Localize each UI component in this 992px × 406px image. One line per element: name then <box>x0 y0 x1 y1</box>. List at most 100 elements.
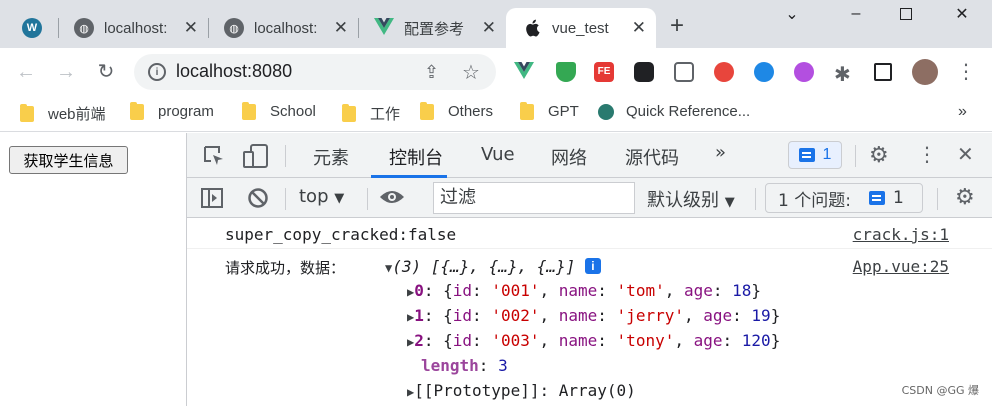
dark-extension-icon[interactable] <box>634 62 654 82</box>
item-id: '001' <box>491 281 540 300</box>
issues-label: 1 个问题: <box>778 190 851 211</box>
purple-extension-icon[interactable] <box>794 62 814 82</box>
reload-button[interactable]: ↻ <box>94 60 118 84</box>
close-tab-icon[interactable]: ✕ <box>334 18 348 38</box>
bookmark-label: 工作 <box>370 106 401 123</box>
item-age: 19 <box>751 306 771 325</box>
messages-badge[interactable]: 1 <box>788 141 842 169</box>
page-viewport: 获取学生信息 <box>0 133 186 406</box>
context-value: top <box>299 186 329 207</box>
devtools-menu-icon[interactable]: ⋮ <box>917 145 937 165</box>
bookmarks-bar: web前端 program School 工作 Others GPT Quick… <box>0 96 992 132</box>
issues-count: 1 <box>892 188 904 208</box>
item-index: 0 <box>414 281 424 300</box>
more-tabs-button[interactable]: » <box>715 142 726 163</box>
item-name: 'jerry' <box>616 306 684 325</box>
quick-reference-icon <box>598 103 614 120</box>
bookmark-label: Others <box>448 103 494 120</box>
url-text[interactable]: localhost:8080 <box>176 61 292 82</box>
chat-extension-icon[interactable] <box>754 62 774 82</box>
browser-tab-1[interactable]: W <box>0 8 58 48</box>
array-summary-text: (3) [{…}, {…}, {…}] <box>392 257 576 276</box>
log-level-selector[interactable]: 默认级别 ▼ <box>647 186 735 212</box>
fetch-students-button[interactable]: 获取学生信息 <box>9 146 128 174</box>
tab-network[interactable]: 网络 <box>551 144 587 170</box>
clear-console-icon[interactable] <box>247 187 269 213</box>
browser-tab-active[interactable]: vue_test ✕ <box>506 8 656 48</box>
site-info-icon[interactable]: i <box>148 63 166 81</box>
tab-search-icon[interactable]: ⌄ <box>777 4 807 24</box>
array-item-row[interactable]: ▶1: {id: '002', name: 'jerry', age: 19} <box>407 306 780 325</box>
bookmark-label: program <box>158 103 214 120</box>
item-index: 1 <box>414 306 424 325</box>
new-tab-button[interactable]: + <box>670 14 684 38</box>
close-window-button[interactable]: ✕ <box>947 4 977 24</box>
divider <box>285 145 286 167</box>
live-expression-eye-icon[interactable] <box>379 188 405 210</box>
close-devtools-icon[interactable]: ✕ <box>957 145 974 165</box>
share-icon[interactable]: ⇪ <box>424 62 439 83</box>
apple-icon <box>522 18 542 38</box>
address-bar[interactable]: i localhost:8080 ⇪ ☆ <box>134 54 496 90</box>
console-filter-input[interactable]: 过滤 <box>433 182 635 214</box>
back-button[interactable]: ← <box>14 60 38 84</box>
copy-extension-icon[interactable] <box>674 62 694 82</box>
bookmark-folder[interactable]: 工作 <box>342 103 400 124</box>
bookmark-folder[interactable]: program <box>130 101 214 120</box>
prototype-row[interactable]: ▶[[Prototype]]: Array(0) <box>407 381 636 400</box>
tab-elements[interactable]: 元素 <box>313 144 349 170</box>
close-tab-icon[interactable]: ✕ <box>632 18 646 38</box>
puzzle-icon[interactable]: ✱ <box>834 62 854 86</box>
info-icon[interactable]: i <box>584 258 601 274</box>
inspect-element-icon[interactable] <box>203 145 225 171</box>
source-link[interactable]: App.vue:25 <box>853 257 949 276</box>
console-settings-gear-icon[interactable]: ⚙ <box>955 186 975 208</box>
tab-vue[interactable]: Vue <box>481 144 515 165</box>
devtools-tabbar: 元素 控制台 Vue 网络 源代码 » 1 ⚙ ⋮ ✕ <box>187 133 992 178</box>
settings-gear-icon[interactable]: ⚙ <box>869 144 889 166</box>
message-icon <box>798 148 815 162</box>
bookmark-star-icon[interactable]: ☆ <box>462 60 480 85</box>
menu-kebab-icon[interactable]: ⋮ <box>956 62 976 82</box>
array-item-row[interactable]: ▶0: {id: '001', name: 'tom', age: 18} <box>407 281 761 300</box>
maximize-button[interactable] <box>891 4 921 24</box>
bookmark-folder[interactable]: web前端 <box>20 103 106 124</box>
prototype-text: [[Prototype]]: Array(0) <box>414 381 636 400</box>
item-id: '003' <box>491 331 540 350</box>
browser-tab-2[interactable]: ◍ localhost: ✕ <box>58 8 208 48</box>
more-bookmarks-button[interactable]: » <box>958 103 967 121</box>
array-item-row[interactable]: ▶2: {id: '003', name: 'tony', age: 120} <box>407 331 780 350</box>
minimize-button[interactable]: – <box>841 4 871 24</box>
messages-count: 1 <box>822 146 832 163</box>
tab-console[interactable]: 控制台 <box>389 144 443 170</box>
browser-tab-4[interactable]: 配置参考 ✕ <box>358 8 506 48</box>
source-link[interactable]: crack.js:1 <box>853 225 949 244</box>
console-log-label: 请求成功，数据： <box>225 259 346 277</box>
shield-extension-icon[interactable] <box>556 62 576 82</box>
browser-tab-3[interactable]: ◍ localhost: ✕ <box>208 8 358 48</box>
colorful-extension-icon[interactable] <box>714 62 734 82</box>
close-tab-icon[interactable]: ✕ <box>184 18 198 38</box>
fe-extension-icon[interactable]: FE <box>594 62 614 82</box>
avatar[interactable] <box>912 59 938 85</box>
folder-icon <box>520 101 534 120</box>
device-toolbar-icon[interactable] <box>243 144 269 172</box>
forward-button[interactable]: → <box>54 60 78 84</box>
length-key: length <box>421 356 479 375</box>
close-tab-icon[interactable]: ✕ <box>482 18 496 38</box>
bookmark-folder[interactable]: Others <box>420 101 494 120</box>
sidebar-toggle-icon[interactable] <box>201 188 223 212</box>
length-value: 3 <box>498 356 508 375</box>
bookmark-folder[interactable]: School <box>242 101 316 120</box>
bookmark-folder[interactable]: GPT <box>520 101 579 120</box>
bookmark-link[interactable]: Quick Reference... <box>598 103 750 120</box>
bookmark-label: web前端 <box>48 106 106 123</box>
issues-button[interactable]: 1 个问题: 1 <box>765 183 923 213</box>
side-panel-icon[interactable] <box>874 63 892 81</box>
vue-devtools-extension-icon[interactable] <box>514 62 534 82</box>
divider <box>937 188 938 210</box>
context-selector[interactable]: top ▼ <box>299 186 344 207</box>
array-length-row: length: 3 <box>421 356 508 375</box>
tab-sources[interactable]: 源代码 <box>625 144 679 170</box>
array-summary[interactable]: ▼(3) [{…}, {…}, {…}] i <box>385 257 601 276</box>
